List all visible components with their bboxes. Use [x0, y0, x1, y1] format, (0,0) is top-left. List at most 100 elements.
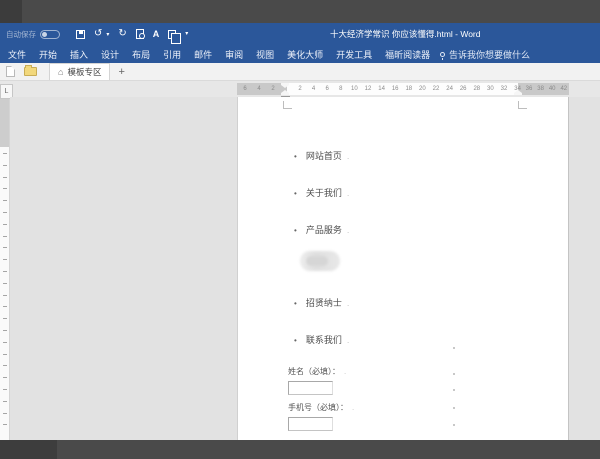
new-tab-button[interactable]: + [118, 66, 124, 78]
vertical-ruler-tick [3, 164, 7, 166]
new-document-icon[interactable] [6, 66, 15, 77]
ruler-number: 18 [405, 86, 413, 92]
ruler-number: 8 [339, 86, 343, 92]
ribbon-tab[interactable]: 布局 [132, 48, 150, 61]
bottom-bar [0, 440, 600, 459]
vertical-ruler-tick [3, 400, 7, 402]
form-text-input[interactable] [288, 381, 333, 395]
form-fields: 姓名（必填）： 手机号（必填）： [238, 97, 570, 440]
tab-template-zone[interactable]: ⌂ 模板专区 [49, 63, 111, 80]
desktop-corner [0, 0, 22, 23]
vertical-ruler-tick [3, 153, 7, 154]
form-field-label: 姓名（必填）： [288, 366, 428, 377]
tell-me-box[interactable]: 告诉我你想要做什么 [440, 45, 530, 63]
vertical-ruler-tick [3, 247, 7, 249]
ruler-number: 2 [271, 86, 275, 92]
lightbulb-icon [440, 51, 445, 60]
form-field: 姓名（必填）： [288, 366, 428, 395]
save-icon [76, 29, 85, 39]
desktop-background [0, 0, 600, 23]
vertical-ruler-tick [3, 200, 7, 202]
read-aloud-button[interactable]: A [153, 29, 160, 39]
tell-me-label: 告诉我你想要做什么 [449, 49, 531, 60]
ruler-number: 6 [325, 86, 329, 92]
window-title: 十大经济学常识 你应该懂得.html - Word [330, 29, 481, 39]
quick-access-toolbar: ↺ ▾ ↻ A ▾ [76, 23, 188, 45]
ribbon-tab[interactable]: 设计 [101, 48, 119, 61]
ruler-number: 4 [311, 86, 316, 92]
ruler-number: 16 [391, 86, 399, 92]
horizontal-ruler[interactable]: 642 2 4 6 8 10 12 14 16 18 20 22 24 26 28 30 32 34 36 38 4… [237, 83, 569, 95]
ruler-number: 14 [378, 86, 385, 92]
ruler-number: 22 [432, 86, 440, 92]
vertical-ruler-tick [3, 235, 7, 237]
document-page[interactable]: 网站首页关于我们产品服务招贤纳士联系我们 姓名（必填）： 手机号（必填）： [237, 97, 569, 440]
ruler-number: 42 [560, 86, 568, 92]
ruler-number: 10 [351, 86, 358, 92]
open-folder-icon[interactable] [24, 65, 37, 76]
ribbon-tab[interactable]: 文件 [8, 48, 26, 61]
form-text-input[interactable] [288, 417, 333, 431]
ruler-number: 26 [459, 86, 467, 92]
ribbon-tab[interactable]: 美化大师 [287, 48, 323, 61]
bottom-bar-corner [0, 440, 57, 459]
vertical-ruler-tick [3, 282, 7, 284]
ruler-number: 4 [257, 86, 261, 92]
autosave-toggle[interactable] [40, 29, 60, 39]
vertical-ruler-tick [3, 306, 7, 308]
vertical-ruler-tick [3, 353, 7, 355]
ribbon-tab[interactable]: 视图 [256, 48, 274, 61]
vertical-ruler-tick [3, 389, 7, 390]
autosave-label: 自动保存 [6, 29, 36, 39]
ribbon-tab[interactable]: 邮件 [194, 48, 212, 61]
doc-tab-label: 模板专区 [67, 67, 102, 77]
ruler-number: 12 [364, 86, 372, 92]
home-icon: ⌂ [58, 67, 64, 77]
print-preview-icon [135, 29, 145, 39]
autosave-control[interactable]: 自动保存 [6, 23, 60, 45]
redo-button[interactable]: ↻ [118, 29, 126, 39]
ruler-number: 36 [525, 86, 533, 92]
form-field: 手机号（必填）： [288, 402, 428, 431]
vertical-ruler-tick [3, 318, 7, 320]
vertical-ruler-tick [3, 294, 7, 296]
document-tab-bar: ⌂ 模板专区 + [0, 63, 600, 81]
vertical-ruler-tick [3, 412, 7, 414]
ruler-number: 38 [537, 86, 544, 92]
ribbon-tab[interactable]: 插入 [70, 48, 88, 61]
vertical-ruler-tick [3, 341, 7, 343]
vertical-ruler-tick [3, 176, 7, 178]
undo-button[interactable]: ↺ [94, 29, 102, 39]
vertical-ruler-tick [3, 259, 7, 261]
vertical-ruler[interactable] [0, 99, 10, 440]
ribbon-tab[interactable]: 开发工具 [336, 48, 372, 61]
undo-caret-icon[interactable]: ▾ [106, 31, 109, 38]
print-preview-button[interactable] [135, 29, 145, 39]
vertical-ruler-tick [3, 365, 7, 367]
pages-icon [168, 29, 182, 44]
vertical-ruler-margin [0, 99, 9, 147]
vertical-ruler-tick [3, 212, 7, 213]
document-workspace: 网站首页关于我们产品服务招贤纳士联系我们 姓名（必填）： 手机号（必填）： [10, 97, 600, 440]
vertical-ruler-tick [3, 377, 7, 379]
ruler-number: 40 [548, 86, 556, 92]
ruler-number: 28 [473, 86, 481, 92]
vertical-ruler-tick [3, 271, 7, 272]
form-field-label: 手机号（必填）： [288, 402, 428, 413]
paste-pages-button[interactable] [168, 29, 182, 44]
ruler-number: 2 [298, 86, 302, 92]
ruler-number: 24 [446, 86, 453, 92]
word-window: 自动保存 ↺ ▾ ↻ A ▾ 十大经济学常识 你应该懂得.html - Word… [0, 0, 600, 459]
toggle-knob [42, 31, 47, 37]
title-bar: 自动保存 ↺ ▾ ↻ A ▾ 十大经济学常识 你应该懂得.html - Word [0, 23, 600, 45]
ruler-row: 642 2 4 6 8 10 12 14 16 18 20 22 24 26 28 30 32 34 36 38 4… [0, 81, 600, 101]
ribbon-tab[interactable]: 审阅 [225, 48, 243, 61]
vertical-ruler-tick [3, 188, 7, 190]
save-button[interactable] [76, 29, 85, 39]
ribbon-tab[interactable]: 开始 [39, 48, 57, 61]
ruler-number: 30 [487, 86, 494, 92]
ribbon-tab[interactable]: 引用 [163, 48, 181, 61]
ribbon-tab[interactable]: 福昕阅读器 [385, 48, 430, 61]
customize-qat-button[interactable]: ▾ [185, 29, 188, 39]
ruler-number: 32 [500, 86, 508, 92]
